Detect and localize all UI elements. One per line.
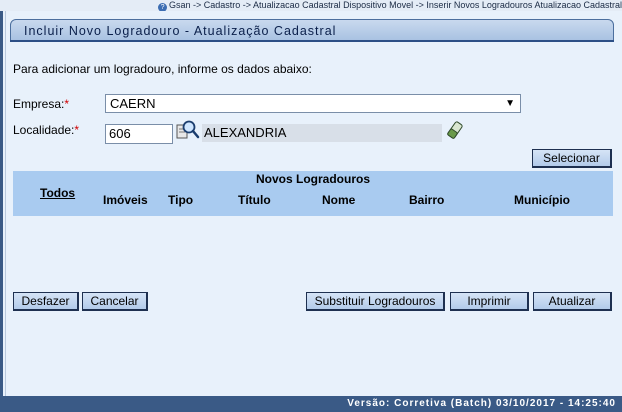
col-municipio: Município <box>514 193 570 207</box>
localidade-label-text: Localidade: <box>13 123 75 137</box>
col-imoveis: Imóveis <box>103 193 148 207</box>
cancelar-button[interactable]: Cancelar <box>82 292 148 311</box>
empresa-select[interactable]: CAERN ▼ <box>105 94 521 113</box>
localidade-name-field: ALEXANDRIA <box>202 124 442 142</box>
page-title: Incluir Novo Logradouro - Atualização Ca… <box>24 24 337 38</box>
left-rail <box>0 11 3 396</box>
localidade-code-input[interactable]: 606 <box>105 124 173 144</box>
empresa-label-text: Empresa: <box>13 97 65 111</box>
left-rail-divider <box>5 11 6 396</box>
title-underline <box>10 40 614 42</box>
required-mark: * <box>74 123 80 137</box>
version-footer: Versão: Corretiva (Batch) 03/10/2017 - 1… <box>0 396 622 412</box>
grid-title: Novos Logradouros <box>255 172 370 186</box>
col-nome: Nome <box>322 193 356 207</box>
empresa-select-value: CAERN <box>110 96 156 111</box>
col-todos[interactable]: Todos <box>40 186 75 200</box>
desfazer-button[interactable]: Desfazer <box>13 292 79 311</box>
atualizar-button[interactable]: Atualizar <box>533 292 612 311</box>
grid-header: Novos Logradouros Todos Imóveis Tipo Tít… <box>13 171 613 216</box>
col-bairro: Bairro <box>409 193 445 207</box>
col-tipo: Tipo <box>168 193 194 207</box>
selecionar-button[interactable]: Selecionar <box>532 149 612 168</box>
imprimir-button[interactable]: Imprimir <box>450 292 529 311</box>
substituir-logradouros-button[interactable]: Substituir Logradouros <box>306 292 445 311</box>
chevron-down-icon[interactable]: ▼ <box>505 95 515 112</box>
breadcrumb-text: Gsan -> Cadastro -> Atualizacao Cadastra… <box>169 0 622 10</box>
magnifier-lookup-icon[interactable] <box>176 120 200 142</box>
breadcrumb: ? Gsan -> Cadastro -> Atualizacao Cadastr… <box>0 0 622 11</box>
page-title-bar: Incluir Novo Logradouro - Atualização Ca… <box>10 19 614 41</box>
intro-text: Para adicionar um logradouro, informe os… <box>13 62 312 76</box>
localidade-label: Localidade:* <box>13 123 79 137</box>
help-icon[interactable]: ? <box>158 3 168 11</box>
col-titulo: Título <box>238 193 271 207</box>
eraser-icon[interactable] <box>445 120 465 140</box>
required-mark: * <box>64 97 70 111</box>
empresa-label: Empresa:* <box>13 97 69 111</box>
